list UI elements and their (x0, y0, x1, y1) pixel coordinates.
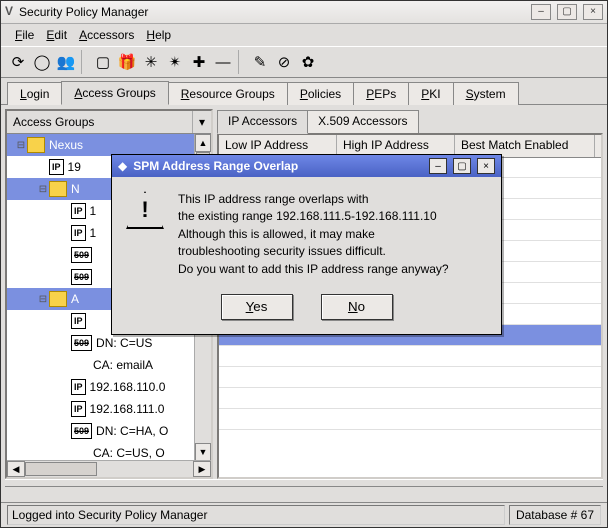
status-database: Database # 67 (509, 505, 601, 525)
tool-minus-icon[interactable]: — (212, 51, 234, 73)
tree-node[interactable]: IP 192.168.111.0 (7, 398, 211, 420)
tree-node-label: CA: emailA (93, 358, 153, 372)
left-pane-header: Access Groups ▾ (7, 111, 211, 134)
tab-pki[interactable]: PKI (408, 82, 453, 105)
table-row[interactable] (219, 346, 601, 367)
tool-box-icon[interactable]: ▢ (92, 51, 114, 73)
tree-node-label: 19 (68, 160, 81, 174)
maximize-button[interactable]: ▢ (557, 4, 577, 20)
scroll-right-icon[interactable]: ▶ (193, 461, 211, 477)
tree-node[interactable]: 509 DN: C=HA, O (7, 420, 211, 442)
tree-node[interactable]: ⊟Nexus (7, 134, 211, 156)
tool-circle-icon[interactable]: ◯ (31, 51, 53, 73)
tree-node[interactable]: 509 DN: C=US (7, 332, 211, 354)
window-titlebar: V Security Policy Manager – ▢ × (1, 1, 607, 24)
toolbar: ⟳◯👥 ▢🎁✳✴✚— ✎⊘✿ (1, 46, 607, 78)
access-group-icon (49, 181, 67, 197)
no-button[interactable]: No (321, 294, 393, 320)
left-pane-dropdown-icon[interactable]: ▾ (192, 111, 211, 133)
ip-icon: IP (71, 401, 86, 417)
dialog-message: This IP address range overlaps withthe e… (178, 191, 449, 278)
subtab-ip-accessors[interactable]: IP Accessors (217, 110, 308, 134)
tool-ax1-icon[interactable]: ✳ (140, 51, 162, 73)
window-title: Security Policy Manager (19, 5, 525, 19)
tool-nouser-icon[interactable]: ⊘ (273, 51, 295, 73)
subtab-x-509-accessors[interactable]: X.509 Accessors (307, 110, 418, 134)
left-pane-title: Access Groups (13, 115, 94, 129)
tree-node-label: DN: C=US (96, 336, 152, 350)
tab-login[interactable]: Login (7, 82, 62, 105)
tool-users-icon[interactable]: 👥 (55, 51, 77, 73)
ip-icon: IP (71, 203, 86, 219)
access-group-icon (27, 137, 45, 153)
scroll-up-icon[interactable]: ▲ (195, 134, 211, 152)
table-row[interactable] (219, 388, 601, 409)
status-bar: Logged into Security Policy Manager Data… (1, 502, 607, 527)
tab-resource-groups[interactable]: Resource Groups (168, 82, 288, 105)
menu-help[interactable]: Help (142, 26, 175, 44)
dialog-close-button[interactable]: × (477, 158, 495, 174)
status-message: Logged into Security Policy Manager (7, 505, 505, 525)
tree-node-label: CA: C=US, O (93, 446, 165, 460)
ip-icon: IP (71, 225, 86, 241)
tool-plus-icon[interactable]: ✚ (188, 51, 210, 73)
tool-ax2-icon[interactable]: ✴ (164, 51, 186, 73)
accessor-subtabs: IP AccessorsX.509 Accessors (217, 109, 603, 133)
tree-node[interactable]: IP 192.168.110.0 (7, 376, 211, 398)
tool-reload-icon[interactable]: ⟳ (7, 51, 29, 73)
close-button[interactable]: × (583, 4, 603, 20)
tool-paint-icon[interactable]: ✎ (249, 51, 271, 73)
tree-node-label: Nexus (49, 138, 83, 152)
tool-gift-icon[interactable]: 🎁 (116, 51, 138, 73)
tree-node-label: 192.168.111.0 (90, 402, 165, 416)
tree-node-label: 1 (90, 204, 97, 218)
tree-node[interactable]: CA: emailA (7, 354, 211, 376)
yes-button[interactable]: Yes (221, 294, 293, 320)
access-group-icon (49, 291, 67, 307)
tree-node-label: 1 (90, 226, 97, 240)
x509-icon: 509 (71, 247, 92, 263)
dialog-title: SPM Address Range Overlap (133, 159, 423, 173)
tree-horizontal-scrollbar[interactable]: ◀ ▶ (7, 460, 211, 477)
x509-icon: 509 (71, 335, 92, 351)
warning-icon: ! (126, 191, 164, 229)
app-menu-icon[interactable]: V (5, 4, 13, 18)
dialog-titlebar[interactable]: ◆ SPM Address Range Overlap – ▢ × (112, 155, 501, 177)
table-row[interactable] (219, 409, 601, 430)
ip-icon: IP (71, 379, 86, 395)
minimize-button[interactable]: – (531, 4, 551, 20)
tab-policies[interactable]: Policies (287, 82, 354, 105)
ip-icon: IP (71, 313, 86, 329)
scroll-down-icon[interactable]: ▼ (195, 443, 211, 461)
dialog-minimize-button[interactable]: – (429, 158, 447, 174)
horizontal-splitter[interactable] (5, 479, 603, 487)
dialog-maximize-button[interactable]: ▢ (453, 158, 471, 174)
tree-node-label: 192.168.110.0 (90, 380, 166, 394)
menu-accessors[interactable]: Accessors (75, 26, 138, 44)
overlap-dialog: ◆ SPM Address Range Overlap – ▢ × ! This… (111, 154, 502, 335)
tree-node-label: A (71, 292, 79, 306)
tree-node-label: DN: C=HA, O (96, 424, 168, 438)
x509-icon: 509 (71, 423, 92, 439)
x509-icon: 509 (71, 269, 92, 285)
scroll-left-icon[interactable]: ◀ (7, 461, 25, 477)
tab-peps[interactable]: PEPs (353, 82, 409, 105)
menu-file[interactable]: File (11, 26, 38, 44)
tool-config-icon[interactable]: ✿ (297, 51, 319, 73)
dialog-icon: ◆ (118, 159, 127, 173)
tab-system[interactable]: System (453, 82, 519, 105)
menubar: File Edit Accessors Help (1, 24, 607, 46)
tab-access-groups[interactable]: Access Groups (61, 81, 168, 105)
main-tabs: LoginAccess GroupsResource GroupsPolicie… (1, 78, 607, 105)
hscroll-thumb[interactable] (25, 462, 97, 476)
ip-icon: IP (49, 159, 64, 175)
tree-node-label: N (71, 182, 80, 196)
table-row[interactable] (219, 367, 601, 388)
menu-edit[interactable]: Edit (42, 26, 71, 44)
